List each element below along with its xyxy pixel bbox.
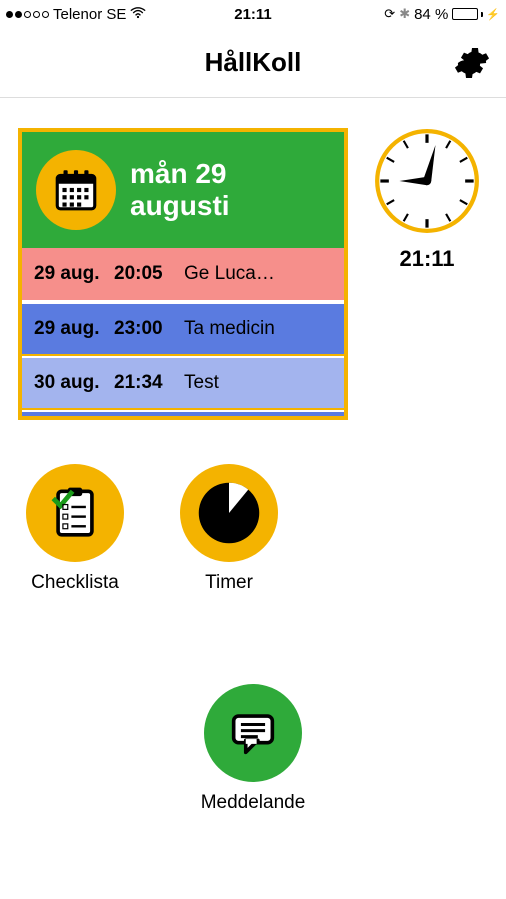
message-launcher[interactable]: Meddelande [201, 684, 306, 814]
calendar-more-indicator [22, 410, 344, 416]
calendar-header: mån 29 augusti [22, 132, 344, 248]
calendar-date-line1: mån 29 [130, 158, 230, 190]
calendar-event-row[interactable]: 29 aug. 20:05 Ge Luca… [22, 248, 344, 302]
checklist-label: Checklista [31, 572, 119, 594]
message-icon-circle [204, 684, 302, 782]
event-time: 21:34 [114, 372, 184, 394]
event-label: Test [184, 372, 332, 394]
calendar-event-row[interactable]: 30 aug. 21:34 Test [22, 356, 344, 410]
event-time: 20:05 [114, 263, 184, 285]
status-time: 21:11 [234, 6, 272, 23]
timer-label: Timer [205, 572, 253, 594]
message-label: Meddelande [201, 792, 306, 814]
calendar-event-row[interactable]: 29 aug. 23:00 Ta medicin [22, 302, 344, 356]
calendar-date-line2: augusti [130, 190, 230, 222]
timer-icon-circle [180, 464, 278, 562]
event-date: 29 aug. [34, 318, 114, 340]
nav-bar: HållKoll [0, 28, 506, 98]
message-icon [224, 704, 282, 762]
signal-dots-icon [6, 11, 49, 18]
calendar-list: 29 aug. 20:05 Ge Luca… 29 aug. 23:00 Ta … [22, 248, 344, 416]
checklist-icon-circle [26, 464, 124, 562]
calendar-date: mån 29 augusti [130, 158, 230, 222]
bluetooth-icon: ✱ [399, 6, 410, 22]
event-date: 29 aug. [34, 263, 114, 285]
event-date: 30 aug. [34, 372, 114, 394]
carrier-label: Telenor SE [53, 6, 126, 23]
orientation-lock-icon: ⟳ [384, 6, 395, 22]
battery-icon: ⚡ [452, 8, 500, 21]
calendar-icon [51, 165, 101, 215]
settings-button[interactable] [452, 43, 492, 83]
event-time: 23:00 [114, 318, 184, 340]
event-label: Ge Luca… [184, 263, 332, 285]
calendar-icon-circle [36, 150, 116, 230]
checklist-launcher[interactable]: Checklista [26, 464, 124, 594]
clock-time-label: 21:11 [399, 246, 454, 272]
status-right: ⟳ ✱ 84 % ⚡ [384, 6, 500, 23]
checklist-icon [46, 484, 104, 542]
calendar-card[interactable]: mån 29 augusti 29 aug. 20:05 Ge Luca… 29… [18, 128, 348, 420]
gear-icon [454, 45, 490, 81]
clock-icon [374, 128, 480, 234]
wifi-icon [130, 6, 146, 23]
status-left: Telenor SE [6, 6, 146, 23]
timer-icon [196, 480, 262, 546]
clock-widget[interactable]: 21:11 [366, 128, 488, 272]
event-label: Ta medicin [184, 318, 332, 340]
timer-launcher[interactable]: Timer [180, 464, 278, 594]
battery-pct: 84 % [414, 6, 448, 23]
status-bar: Telenor SE 21:11 ⟳ ✱ 84 % ⚡ [0, 0, 506, 28]
page-title: HållKoll [205, 47, 302, 78]
